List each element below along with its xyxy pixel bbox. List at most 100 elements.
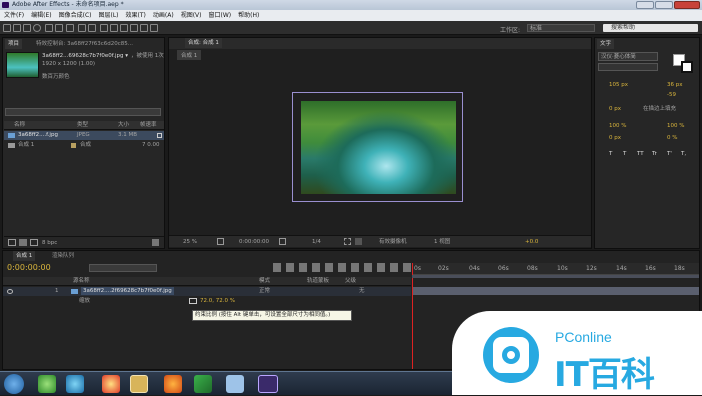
menu-file[interactable]: 文件(F) xyxy=(4,10,24,21)
maximize-button[interactable] xyxy=(655,1,673,9)
menu-effect[interactable]: 效果(T) xyxy=(126,10,146,21)
tab-composition[interactable]: 合成: 合成 1 xyxy=(185,38,222,48)
faux-bold-button[interactable]: T xyxy=(609,150,612,158)
eye-icon[interactable] xyxy=(7,289,13,294)
tab-project[interactable]: 项目 xyxy=(5,39,23,49)
font-family-select[interactable]: 汉仪·菱心体简 xyxy=(598,52,658,61)
help-search-input[interactable]: 搜索帮助 xyxy=(603,24,698,32)
menu-composition[interactable]: 图像合成(C) xyxy=(59,10,92,21)
media-player-icon[interactable] xyxy=(194,375,212,393)
puppet-tool-icon[interactable] xyxy=(150,24,158,32)
all-caps-button[interactable]: TT xyxy=(637,150,644,158)
selection-tool-icon[interactable] xyxy=(13,24,21,32)
small-caps-button[interactable]: Tr xyxy=(652,150,657,158)
menu-window[interactable]: 窗口(W) xyxy=(208,10,231,21)
project-search-input[interactable] xyxy=(5,108,161,116)
col-trkmat[interactable]: 轨道蒙板 xyxy=(307,277,329,285)
magnification-select[interactable]: 25 % xyxy=(183,238,197,246)
pen-tool-icon[interactable] xyxy=(88,24,96,32)
time-ruler[interactable]: 0s 02s 04s 06s 08s 10s 12s 14s 16s 18s xyxy=(412,263,699,275)
brush-tool-icon[interactable] xyxy=(110,24,118,32)
current-time-indicator[interactable] xyxy=(412,263,413,369)
work-area-bar[interactable] xyxy=(412,275,699,278)
tab-render-queue[interactable]: 渲染队列 xyxy=(49,251,77,261)
col-type[interactable]: 类型 xyxy=(77,121,88,129)
comp-subtab[interactable]: 合成 1 xyxy=(177,50,202,60)
exposure-value[interactable]: +0.0 xyxy=(525,238,538,246)
layer-mode-select[interactable]: 正常 xyxy=(259,287,270,295)
layer-parent-select[interactable]: 无 xyxy=(359,287,365,295)
vertical-scale-value[interactable]: 100 % xyxy=(609,122,626,130)
font-style-select[interactable] xyxy=(598,63,658,71)
zoom-tool-icon[interactable] xyxy=(33,24,41,32)
eraser-tool-icon[interactable] xyxy=(130,24,138,32)
layer-duration-bar[interactable] xyxy=(413,287,699,295)
pan-behind-tool-icon[interactable] xyxy=(66,24,74,32)
transparency-grid-icon[interactable] xyxy=(355,238,362,245)
grid-icon[interactable] xyxy=(217,238,224,245)
menu-help[interactable]: 帮助(H) xyxy=(238,10,259,21)
app-icon-window[interactable] xyxy=(226,375,244,393)
roto-brush-icon[interactable] xyxy=(140,24,148,32)
col-mode[interactable]: 模式 xyxy=(259,277,270,285)
col-parent[interactable]: 父级 xyxy=(345,277,356,285)
file-explorer-icon[interactable] xyxy=(130,375,148,393)
views-select[interactable]: 1 视图 xyxy=(434,238,450,246)
camera-select[interactable]: 有效摄像机 xyxy=(379,238,407,246)
interpret-footage-icon[interactable] xyxy=(8,239,16,246)
stroke-width-value[interactable]: 0 px xyxy=(609,105,621,113)
after-effects-taskbar-icon[interactable] xyxy=(258,375,278,393)
menu-edit[interactable]: 编辑(E) xyxy=(31,10,51,21)
tab-effect-controls[interactable]: 特效控制台: 3a68ff27f63c6d20c85... xyxy=(33,39,136,49)
tab-character[interactable]: 文字 xyxy=(597,39,615,49)
region-of-interest-icon[interactable] xyxy=(344,238,351,245)
resolution-select[interactable]: 1/4 xyxy=(312,238,321,246)
hand-tool-icon[interactable] xyxy=(23,24,31,32)
app-icon-green[interactable] xyxy=(38,375,56,393)
col-name[interactable]: 名称 xyxy=(14,121,25,129)
camera-tool-icon[interactable] xyxy=(55,24,63,32)
minimize-button[interactable] xyxy=(636,1,654,9)
tracking-value[interactable]: -59 xyxy=(667,91,676,99)
horizontal-scale-value[interactable]: 100 % xyxy=(667,122,684,130)
menu-layer[interactable]: 图层(L) xyxy=(99,10,119,21)
tsume-value[interactable]: 0 % xyxy=(667,134,677,142)
list-item[interactable]: 3a68ff2....f.jpg JPEG 3.1 MB xyxy=(4,131,164,140)
comp-canvas[interactable] xyxy=(292,92,463,202)
table-row[interactable]: 1 3a68ff2....2f69628c7b7f0e0f.jpg 正常 无 xyxy=(3,287,411,296)
col-fps[interactable]: 帧速率 xyxy=(140,121,157,129)
bit-depth[interactable]: 8 bpc xyxy=(42,239,57,247)
rectangle-tool-icon[interactable] xyxy=(78,24,86,32)
current-time[interactable]: 0:00:00:00 xyxy=(239,238,269,246)
baseline-shift-value[interactable]: 0 px xyxy=(609,134,621,142)
timeline-search-input[interactable] xyxy=(89,264,157,272)
scale-value[interactable]: 72.0, 72.0 % xyxy=(200,297,235,305)
trash-icon[interactable] xyxy=(152,239,159,246)
superscript-button[interactable]: T' xyxy=(667,150,672,158)
app-icon-globe[interactable] xyxy=(66,375,84,393)
leading-value[interactable]: 36 px xyxy=(667,81,683,89)
subscript-button[interactable]: T, xyxy=(681,150,686,158)
menu-view[interactable]: 视图(V) xyxy=(181,10,202,21)
property-row[interactable]: 缩放 72.0, 72.0 % xyxy=(3,297,411,306)
new-composition-icon[interactable] xyxy=(30,239,38,246)
firefox-icon[interactable] xyxy=(164,375,182,393)
tab-comp-1[interactable]: 合成 1 xyxy=(13,251,36,261)
start-button[interactable] xyxy=(4,374,24,394)
new-folder-icon[interactable] xyxy=(19,239,27,246)
snapshot-icon[interactable] xyxy=(279,238,286,245)
workspace-select[interactable]: 标准 xyxy=(527,24,595,32)
text-tool-icon[interactable] xyxy=(100,24,108,32)
stroke-type-select[interactable]: 在描边上填充 xyxy=(643,105,676,113)
list-item[interactable]: 合成 1 合成 7 0.00 xyxy=(4,141,164,150)
rotate-tool-icon[interactable] xyxy=(45,24,53,32)
menu-animation[interactable]: 动画(A) xyxy=(153,10,174,21)
stroke-color-swatch[interactable] xyxy=(681,61,693,73)
close-button[interactable] xyxy=(674,1,700,9)
clone-tool-icon[interactable] xyxy=(120,24,128,32)
timeline-timecode[interactable]: 0:00:00:00 xyxy=(7,263,51,272)
timeline-switches-icons[interactable] xyxy=(273,263,413,272)
app-icon-chat[interactable] xyxy=(102,375,120,393)
col-source-name[interactable]: 源名称 xyxy=(73,277,90,285)
font-size-value[interactable]: 105 px xyxy=(609,81,628,89)
